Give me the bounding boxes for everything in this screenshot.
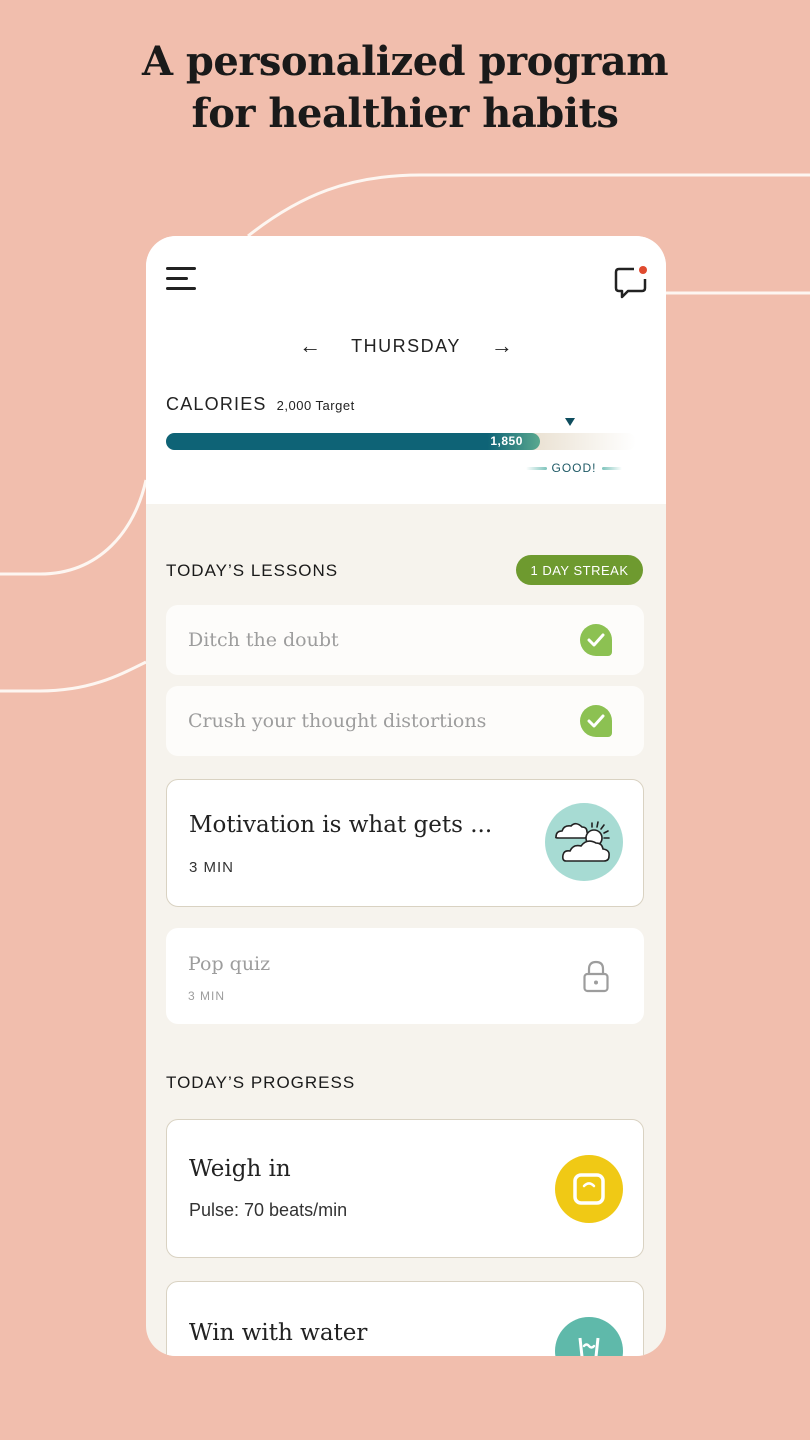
calories-title: CALORIES [166, 394, 267, 414]
calories-progress-fill: 1,850 [166, 433, 540, 450]
promo-headline: A personalized program for healthier hab… [0, 36, 810, 140]
day-navigator: ← THURSDAY → [146, 334, 666, 358]
scale-icon [555, 1155, 623, 1223]
lesson-item[interactable]: Crush your thought distortions [166, 686, 644, 756]
check-icon [580, 624, 612, 656]
arrow-right-icon[interactable]: → [491, 334, 513, 358]
progress-subtitle: Pulse: 70 beats/min [189, 1200, 348, 1220]
lock-icon [583, 960, 609, 993]
current-day: THURSDAY [351, 335, 461, 356]
progress-title: Win with water [189, 1320, 368, 1346]
sun-clouds-icon [545, 803, 623, 881]
lesson-title: Ditch the doubt [188, 629, 339, 651]
calories-target: 2,000 Target [276, 398, 355, 413]
check-icon [580, 705, 612, 737]
water-glass-icon [555, 1317, 623, 1356]
target-marker-icon [565, 418, 576, 426]
chat-bubble-icon [614, 266, 647, 299]
lessons-heading: TODAY’S LESSONS [166, 561, 339, 580]
lesson-title: Pop quiz [188, 953, 271, 975]
headline-line-2: for healthier habits [191, 90, 619, 137]
lesson-duration: 3 MIN [189, 859, 235, 876]
daily-summary-header: ← THURSDAY → CALORIES 2,000 Target 1,850… [146, 236, 666, 504]
lesson-title: Crush your thought distortions [188, 710, 487, 732]
lesson-item[interactable]: Ditch the doubt [166, 605, 644, 675]
headline-line-1: A personalized program [141, 38, 669, 85]
chat-button[interactable] [612, 264, 650, 302]
progress-item[interactable]: Win with water [166, 1281, 644, 1356]
calories-progress-bar: 1,850 [166, 433, 636, 450]
progress-item[interactable]: Weigh in Pulse: 70 beats/min [166, 1119, 644, 1258]
calories-consumed: 1,850 [490, 434, 523, 448]
lesson-title: Motivation is what gets ... [189, 812, 493, 838]
hamburger-menu-icon[interactable] [166, 267, 198, 293]
progress-title: Weigh in [189, 1156, 291, 1182]
calories-status-label: GOOD! [551, 461, 597, 475]
lesson-item-locked[interactable]: Pop quiz 3 MIN [166, 928, 644, 1024]
lesson-duration: 3 MIN [188, 989, 226, 1003]
calories-header: CALORIES 2,000 Target [166, 394, 355, 415]
lesson-item-current[interactable]: Motivation is what gets ... 3 MIN [166, 779, 644, 907]
phone-screen: ← THURSDAY → CALORIES 2,000 Target 1,850… [146, 236, 666, 1356]
streak-badge: 1 DAY STREAK [516, 555, 643, 585]
notification-dot [639, 266, 647, 274]
calories-status: GOOD! [526, 461, 623, 475]
progress-heading: TODAY’S PROGRESS [166, 1073, 356, 1092]
arrow-left-icon[interactable]: ← [299, 334, 321, 358]
